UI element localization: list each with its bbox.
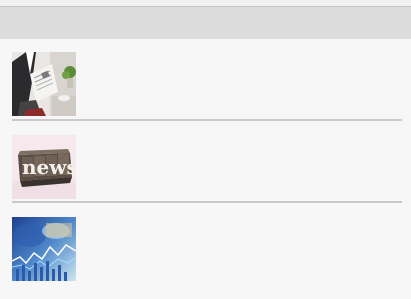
financial-chart-thumbnail[interactable] — [12, 217, 76, 281]
header-bar — [0, 6, 411, 39]
list-item[interactable]: news — [0, 121, 411, 203]
news-type-thumbnail[interactable]: news — [12, 135, 76, 199]
list-item[interactable] — [0, 39, 411, 121]
news-type-image: news — [12, 135, 76, 199]
list-item[interactable] — [0, 203, 411, 285]
newspaper-reader-image — [12, 52, 76, 116]
financial-chart-image — [12, 217, 76, 281]
news-type-letters: news — [22, 155, 76, 179]
newspaper-reader-thumbnail[interactable] — [12, 52, 76, 116]
news-list-screen: news — [0, 0, 411, 299]
news-list[interactable]: news — [0, 39, 411, 285]
